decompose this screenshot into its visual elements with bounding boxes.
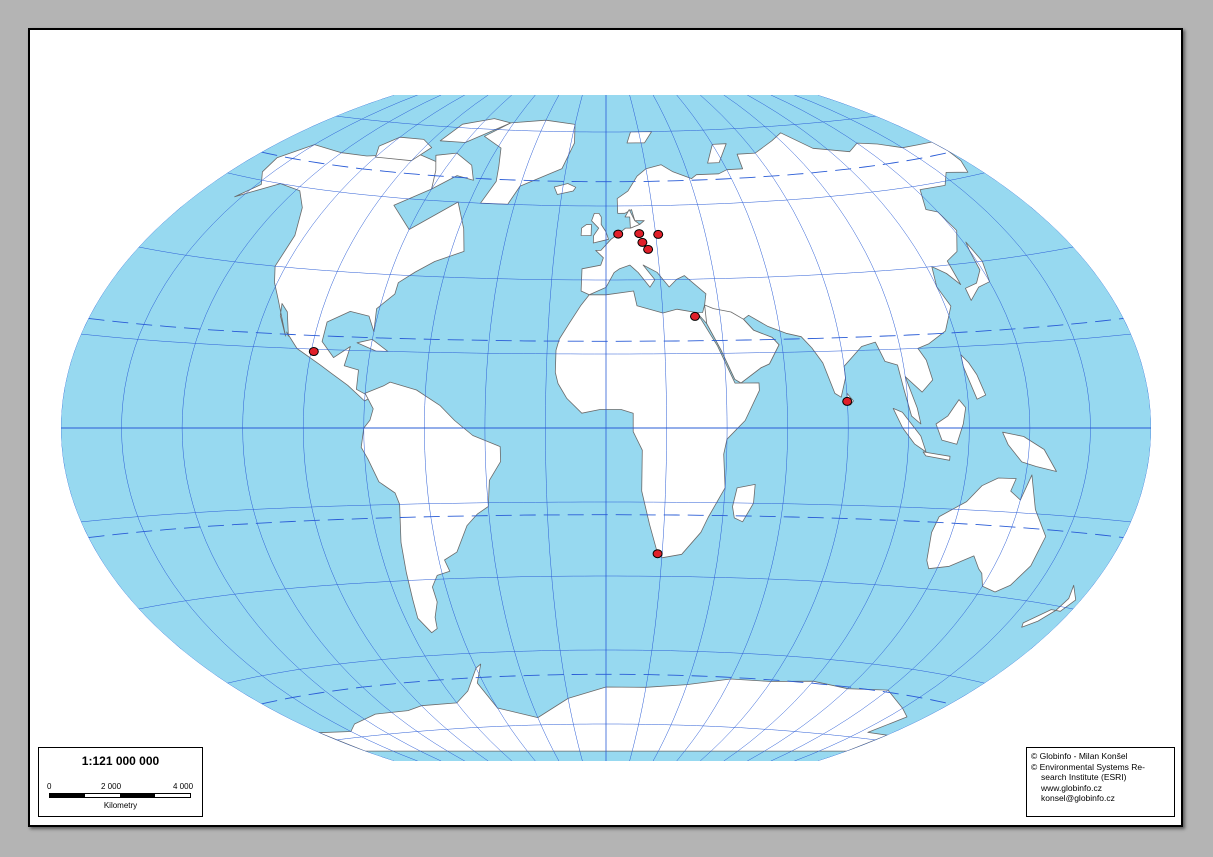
location-marker[interactable]: Amsterdam — [613, 229, 624, 239]
credit-email[interactable]: konsel@globinfo.cz — [1031, 793, 1170, 804]
world-map[interactable]: Mexico City Amsterdam Berlin Warsaw PragueVi… — [0, 0, 1213, 857]
location-marker[interactable]: Vienna — [643, 244, 654, 254]
scale-tick-0: 0 — [47, 782, 52, 791]
location-marker[interactable]: Prague — [637, 237, 648, 247]
scale-box: 1:121 000 000 0 2 000 4 000 Kilometry — [38, 747, 203, 817]
credit-esri-cont: search Institute (ESRI) — [1041, 772, 1127, 782]
location-marker[interactable]: Cape Town — [652, 549, 663, 559]
scale-ratio: 1:121 000 000 — [81, 754, 160, 768]
credits-box: © Globinfo - Milan Konšel © Environmenta… — [1026, 747, 1175, 817]
credit-globinfo: © Globinfo - Milan Konšel — [1031, 751, 1128, 761]
location-marker[interactable]: Warsaw — [653, 229, 664, 239]
location-marker[interactable]: Colombo — [842, 396, 853, 406]
scale-tick-4000: 4 000 — [173, 782, 194, 791]
scale-unit: Kilometry — [103, 801, 138, 810]
scale-tick-2000: 2 000 — [101, 782, 122, 791]
credit-website[interactable]: www.globinfo.cz — [1031, 783, 1170, 794]
credit-esri: © Environmental Systems Re- — [1031, 761, 1145, 772]
location-marker[interactable]: Mexico City — [308, 347, 319, 356]
location-marker[interactable]: Berlin — [634, 229, 645, 239]
scale-bar — [49, 793, 191, 798]
location-marker[interactable]: Cairo — [690, 311, 700, 321]
